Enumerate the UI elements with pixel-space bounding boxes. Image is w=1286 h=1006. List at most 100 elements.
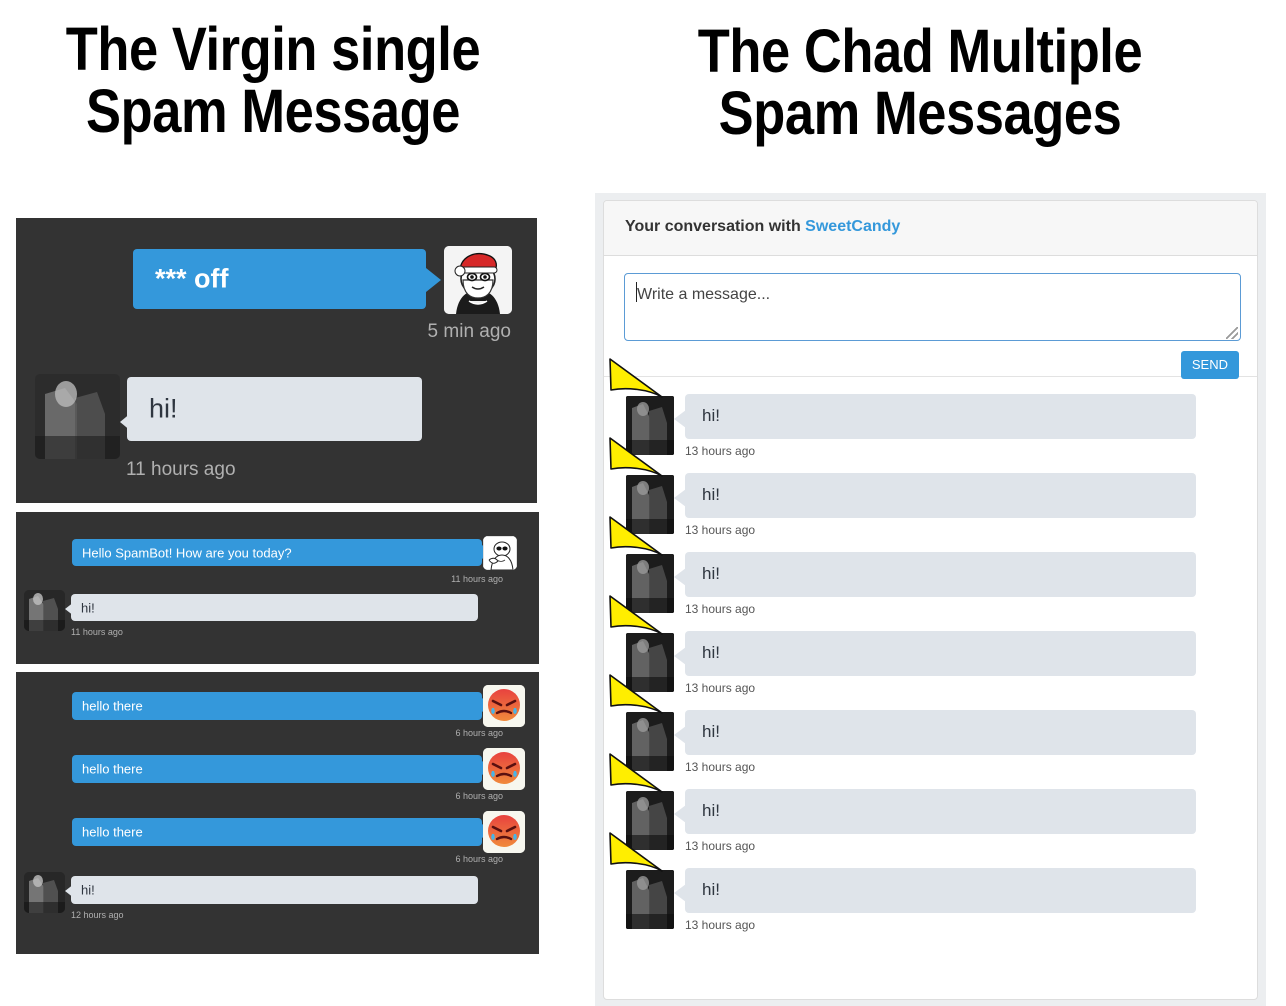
message-timestamp: 13 hours ago (685, 681, 756, 695)
message-text: hi! (81, 600, 95, 615)
message-text: hi! (702, 564, 720, 583)
rage-comic-icon (483, 536, 517, 570)
party-hat-icon (609, 516, 663, 556)
message-list: hi! 13 hours ago hi! 13 hours ago hi! 13… (604, 358, 1257, 936)
santa-troll-icon (444, 246, 512, 314)
avatar-santa-troll[interactable] (444, 246, 512, 314)
avatar-angry-emoji[interactable] (483, 685, 525, 727)
message-text: Hello SpamBot! How are you today? (82, 545, 292, 560)
message-timestamp: 6 hours ago (455, 728, 503, 738)
angry-crying-emoji-icon (483, 685, 525, 727)
conversation-username-link[interactable]: SweetCandy (805, 218, 900, 235)
message-input[interactable]: Write a message... (624, 273, 1241, 341)
list-item: hi! 13 hours ago (604, 516, 1257, 620)
list-item: hi! 13 hours ago (604, 437, 1257, 541)
message-timestamp: 13 hours ago (685, 444, 756, 458)
avatar-angry-emoji[interactable] (483, 748, 525, 790)
page-title-right: The Chad Multiple Spam Messages (645, 17, 1195, 148)
conversation-widget-container: Your conversation with SweetCandy Write … (595, 193, 1266, 1006)
message-bubble-outgoing[interactable]: hello there (72, 818, 482, 846)
message-bubble-outgoing[interactable]: Hello SpamBot! How are you today? (72, 539, 482, 566)
message-timestamp: 13 hours ago (685, 523, 756, 537)
photo-avatar-icon (626, 870, 674, 929)
message-text: hi! (149, 393, 178, 424)
list-item: hi! 13 hours ago (604, 358, 1257, 462)
meme-comparison-image: The Virgin single Spam Message The Chad … (0, 0, 1286, 1006)
list-item: hi! 13 hours ago (604, 832, 1257, 936)
message-timestamp: 13 hours ago (685, 839, 756, 853)
chat-panel-medium: Hello SpamBot! How are you today? 11 hou… (16, 512, 539, 664)
send-button[interactable]: SEND (1180, 351, 1239, 379)
message-timestamp: 13 hours ago (685, 602, 756, 616)
chat-panel-spam: hello there 6 hours ago hello there 6 ho… (16, 672, 539, 954)
avatar-rage-comic[interactable] (483, 536, 517, 570)
message-bubble-incoming[interactable]: hi! (685, 710, 1196, 755)
message-bubble-incoming[interactable]: hi! (71, 876, 478, 904)
title-right-line1: The Chad Multiple (697, 17, 1143, 85)
avatar-photo[interactable] (24, 872, 65, 913)
message-bubble-incoming[interactable]: hi! (685, 552, 1196, 597)
title-right-line2: Spam Messages (718, 79, 1122, 148)
message-bubble-outgoing[interactable]: hello there (72, 755, 482, 783)
message-text: hi! (702, 801, 720, 820)
message-text: hello there (82, 761, 143, 777)
chat-panel-large: *** off 5 min ago hi! 11 hours ago (16, 218, 537, 503)
message-bubble-incoming[interactable]: hi! (685, 631, 1196, 676)
message-text: hello there (82, 698, 143, 714)
resize-grip-icon[interactable] (1226, 327, 1238, 339)
page-title-left: The Virgin single Spam Message (45, 15, 501, 146)
message-timestamp: 12 hours ago (71, 910, 124, 920)
avatar-photo[interactable] (24, 590, 65, 631)
message-bubble-outgoing[interactable]: *** off (133, 249, 426, 309)
message-text: hi! (702, 643, 720, 662)
message-text: hi! (702, 722, 720, 741)
title-left-line1: The Virgin single (65, 15, 481, 83)
photo-avatar-icon (24, 872, 65, 913)
conversation-header-prefix: Your conversation with (625, 218, 806, 235)
message-timestamp: 11 hours ago (126, 459, 236, 480)
message-timestamp: 6 hours ago (455, 854, 503, 864)
avatar-angry-emoji[interactable] (483, 811, 525, 853)
party-hat-icon (609, 832, 663, 872)
message-text: hi! (702, 406, 720, 425)
message-bubble-incoming[interactable]: hi! (127, 377, 422, 441)
message-text: hi! (702, 485, 720, 504)
photo-avatar-icon (24, 590, 65, 631)
bubble-tail-right (426, 268, 441, 292)
message-text: hi! (81, 882, 95, 898)
party-hat-icon (609, 674, 663, 714)
message-bubble-incoming[interactable]: hi! (685, 789, 1196, 834)
photo-avatar-icon (35, 374, 120, 459)
message-bubble-incoming[interactable]: hi! (685, 473, 1196, 518)
message-bubble-incoming[interactable]: hi! (685, 868, 1196, 913)
avatar-photo[interactable] (626, 870, 674, 929)
party-hat-icon (609, 437, 663, 477)
message-text: *** off (155, 263, 229, 294)
list-item: hi! 13 hours ago (604, 674, 1257, 778)
message-timestamp: 13 hours ago (685, 760, 756, 774)
list-item: hi! 13 hours ago (604, 595, 1257, 699)
message-timestamp: 13 hours ago (685, 918, 756, 932)
list-item: hi! 13 hours ago (604, 753, 1257, 857)
text-caret (636, 282, 637, 302)
message-bubble-incoming[interactable]: hi! (685, 394, 1196, 439)
message-bubble-incoming[interactable]: hi! (71, 594, 478, 621)
party-hat-icon (609, 595, 663, 635)
message-bubble-outgoing[interactable]: hello there (72, 692, 482, 720)
avatar-photo[interactable] (35, 374, 120, 459)
message-input-placeholder: Write a message... (637, 286, 771, 303)
angry-crying-emoji-icon (483, 748, 525, 790)
conversation-panel: Your conversation with SweetCandy Write … (603, 200, 1258, 1000)
party-hat-icon (609, 753, 663, 793)
message-timestamp: 11 hours ago (71, 627, 123, 637)
title-left-line2: Spam Message (86, 77, 460, 146)
message-timestamp: 5 min ago (427, 321, 511, 342)
compose-area: Write a message... SEND (604, 256, 1257, 379)
message-timestamp: 11 hours ago (451, 574, 503, 584)
message-text: hello there (82, 824, 143, 840)
angry-crying-emoji-icon (483, 811, 525, 853)
party-hat-icon (609, 358, 663, 398)
message-timestamp: 6 hours ago (455, 791, 503, 801)
conversation-header: Your conversation with SweetCandy (604, 201, 1257, 256)
message-text: hi! (702, 880, 720, 899)
